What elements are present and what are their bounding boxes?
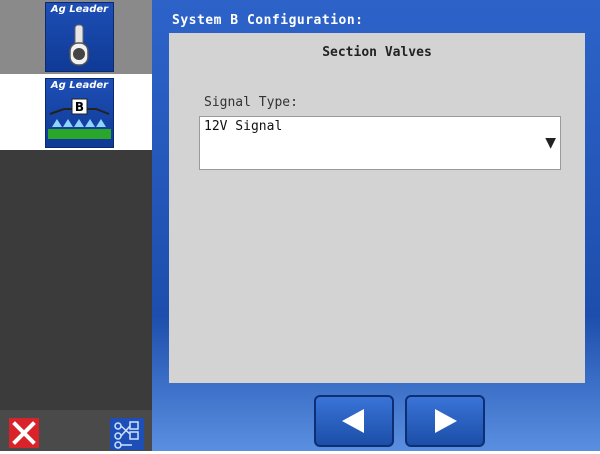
sidebar-row-2: Ag Leader B xyxy=(0,74,152,150)
sidebar-tile-switch[interactable]: Ag Leader xyxy=(45,2,114,72)
arrow-right-icon xyxy=(435,409,457,433)
sidebar-tile-boom-b[interactable]: Ag Leader B xyxy=(45,78,114,148)
boom-b-icon: B xyxy=(48,98,111,139)
arrow-left-icon xyxy=(342,409,364,433)
system-diagram-button[interactable] xyxy=(110,418,144,450)
signal-type-value: 12V Signal xyxy=(204,119,283,134)
signal-type-label: Signal Type: xyxy=(204,95,298,110)
back-button[interactable] xyxy=(314,395,394,447)
close-icon xyxy=(12,421,36,445)
page-title: System B Configuration: xyxy=(172,13,364,28)
sidebar: Ag Leader Ag Leader B xyxy=(0,0,152,451)
chevron-down-icon[interactable]: ▼ xyxy=(545,135,556,151)
next-button[interactable] xyxy=(405,395,485,447)
svg-text:B: B xyxy=(75,100,84,114)
toggle-switch-icon xyxy=(69,24,89,66)
section-heading: Section Valves xyxy=(322,45,432,60)
signal-type-select[interactable]: 12V Signal ▼ xyxy=(199,116,561,170)
cancel-button[interactable] xyxy=(9,418,39,448)
config-panel: Section Valves Signal Type: 12V Signal ▼ xyxy=(169,33,585,383)
main-area: System B Configuration: Section Valves S… xyxy=(152,0,600,451)
sidebar-row-1: Ag Leader xyxy=(0,0,152,74)
system-diagram-icon xyxy=(114,421,139,449)
